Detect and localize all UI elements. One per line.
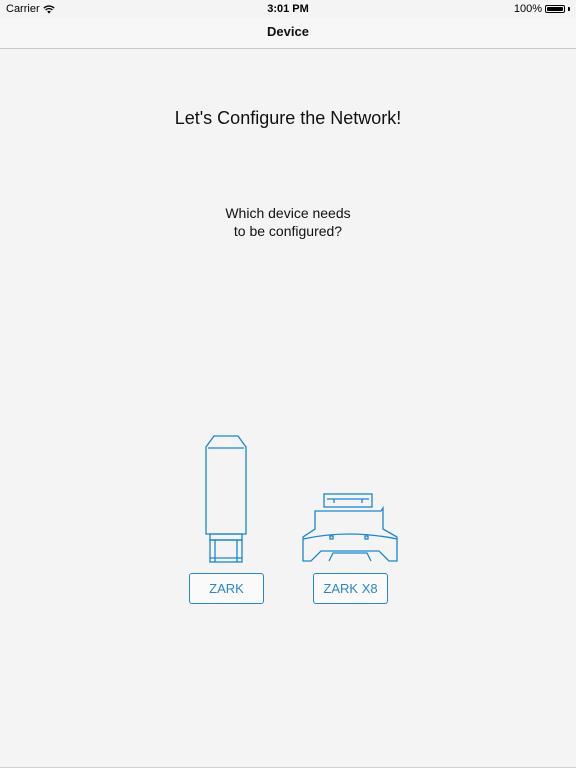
navigation-bar: Device [0, 18, 576, 49]
device-question: Which device needs to be configured? [0, 204, 576, 240]
status-right: 100% [514, 3, 570, 15]
status-bar: Carrier 3:01 PM 100% [0, 0, 576, 18]
din-rail-module-icon[interactable] [299, 491, 401, 567]
battery-percent: 100% [513, 3, 542, 15]
zark-button[interactable]: ZARK [189, 573, 264, 604]
page-heading: Let's Configure the Network! [174, 108, 402, 128]
battery-tip [568, 7, 570, 11]
zark-x8-button[interactable]: ZARK X8 [313, 573, 388, 604]
status-time: 3:01 PM [267, 3, 309, 15]
question-line-2: to be configured? [233, 223, 343, 239]
battery-fill [547, 7, 563, 11]
nav-title: Device [267, 24, 309, 39]
usb-dongle-icon[interactable] [200, 434, 252, 566]
battery-icon [545, 5, 565, 13]
question-line-1: Which device needs [225, 205, 351, 221]
